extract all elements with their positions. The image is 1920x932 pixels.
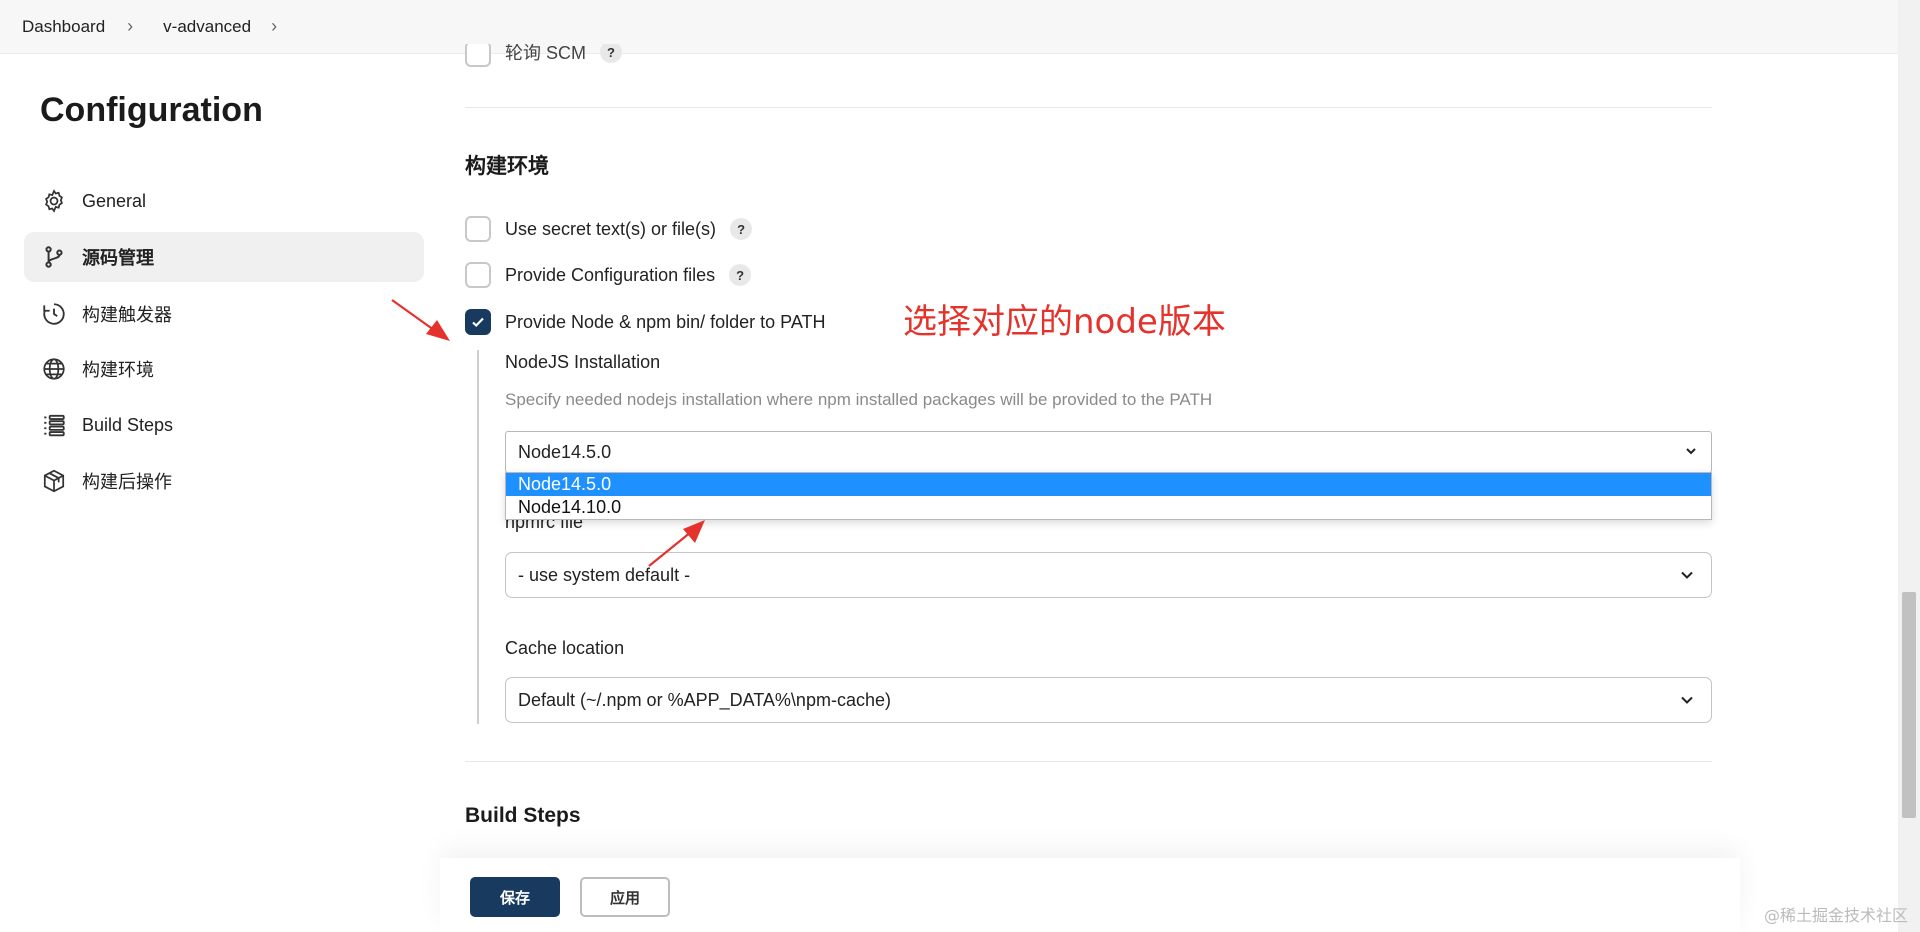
section-title-build-env: 构建环境	[465, 155, 549, 178]
chevron-right-icon[interactable]: ›	[271, 16, 277, 37]
git-branch-icon	[40, 243, 68, 271]
section-divider	[465, 107, 1712, 108]
node-npm-path-checkbox[interactable]	[465, 309, 491, 335]
sidebar-item-general[interactable]: General	[24, 176, 424, 226]
sidebar-item-label: 源码管理	[82, 248, 154, 268]
chevron-right-icon: ›	[127, 16, 134, 36]
nodejs-installation-label: NodeJS Installation	[505, 352, 661, 372]
annotation-arrow-icon	[391, 299, 450, 341]
nodejs-installation-description: Specify needed nodejs installation where…	[505, 390, 1213, 409]
option-node-npm-path[interactable]: Provide Node & npm bin/ folder to PATH	[465, 307, 825, 337]
poll-scm-checkbox[interactable]	[465, 44, 491, 67]
chevron-down-icon	[1681, 696, 1693, 704]
sidebar-item-post-build[interactable]: 构建后操作	[24, 456, 424, 506]
annotation-arrow-icon	[648, 520, 705, 567]
help-icon[interactable]: ?	[730, 218, 753, 240]
sidebar-item-triggers[interactable]: 构建触发器	[24, 289, 424, 339]
secret-text-checkbox[interactable]	[465, 216, 491, 242]
option-label: Provide Configuration files	[505, 264, 716, 285]
nodejs-dropdown-list: Node14.5.0 Node14.10.0	[505, 472, 1712, 520]
help-icon[interactable]: ?	[729, 264, 752, 286]
sidebar-item-build-env[interactable]: 构建环境	[24, 344, 424, 394]
sidebar-item-label: 构建后操作	[82, 472, 172, 492]
globe-icon	[40, 355, 68, 383]
gear-icon	[40, 187, 68, 215]
poll-scm-label: 轮询 SCM	[505, 44, 586, 63]
annotation-text: 选择对应的node版本	[903, 302, 1226, 342]
breadcrumb: Dashboard › v-advanced ›	[0, 0, 1898, 54]
sidebar-item-label: General	[82, 190, 147, 211]
config-files-checkbox[interactable]	[465, 262, 491, 288]
breadcrumb-v-advanced[interactable]: v-advanced	[163, 17, 251, 37]
cache-location-label: Cache location	[505, 638, 625, 658]
dropdown-option[interactable]: Node14.5.0	[506, 473, 1711, 496]
nodejs-selected-value: Node14.5.0	[518, 441, 612, 462]
page-title: Configuration	[40, 91, 263, 129]
sidebar-item-label: 构建环境	[82, 360, 154, 380]
help-icon[interactable]: ?	[600, 44, 622, 63]
clock-icon	[40, 300, 68, 328]
breadcrumb-dashboard[interactable]: Dashboard	[22, 17, 105, 37]
chevron-down-icon	[1681, 571, 1693, 579]
poll-scm-option[interactable]: 轮询 SCM ?	[465, 44, 622, 70]
checkmark-icon	[472, 317, 484, 328]
scrollbar-thumb[interactable]	[1902, 592, 1916, 818]
list-icon	[40, 411, 68, 439]
save-button[interactable]: 保存	[470, 877, 560, 917]
nested-config-bar	[477, 350, 479, 724]
section-title-build-steps: Build Steps	[465, 804, 581, 827]
cube-icon	[40, 467, 68, 495]
cache-location-select[interactable]: Default (~/.npm or %APP_DATA%\npm-cache)	[505, 677, 1712, 723]
option-label: Provide Node & npm bin/ folder to PATH	[505, 311, 826, 332]
option-secret-text[interactable]: Use secret text(s) or file(s) ?	[465, 214, 753, 244]
option-label: Use secret text(s) or file(s)	[505, 218, 717, 239]
option-config-files[interactable]: Provide Configuration files ?	[465, 260, 752, 290]
sidebar-item-scm[interactable]: 源码管理	[24, 232, 424, 282]
apply-button[interactable]: 应用	[580, 877, 670, 917]
chevron-down-icon	[1686, 448, 1696, 455]
section-divider	[465, 761, 1712, 762]
sidebar-item-label: 构建触发器	[82, 305, 172, 325]
nodejs-installation-select[interactable]: Node14.5.0	[505, 431, 1712, 473]
sidebar-item-label: Build Steps	[82, 414, 174, 435]
cache-selected-value: Default (~/.npm or %APP_DATA%\npm-cache)	[518, 689, 891, 710]
sidebar-item-build-steps[interactable]: Build Steps	[24, 400, 424, 450]
watermark: @稀土掘金技术社区	[1763, 906, 1908, 925]
